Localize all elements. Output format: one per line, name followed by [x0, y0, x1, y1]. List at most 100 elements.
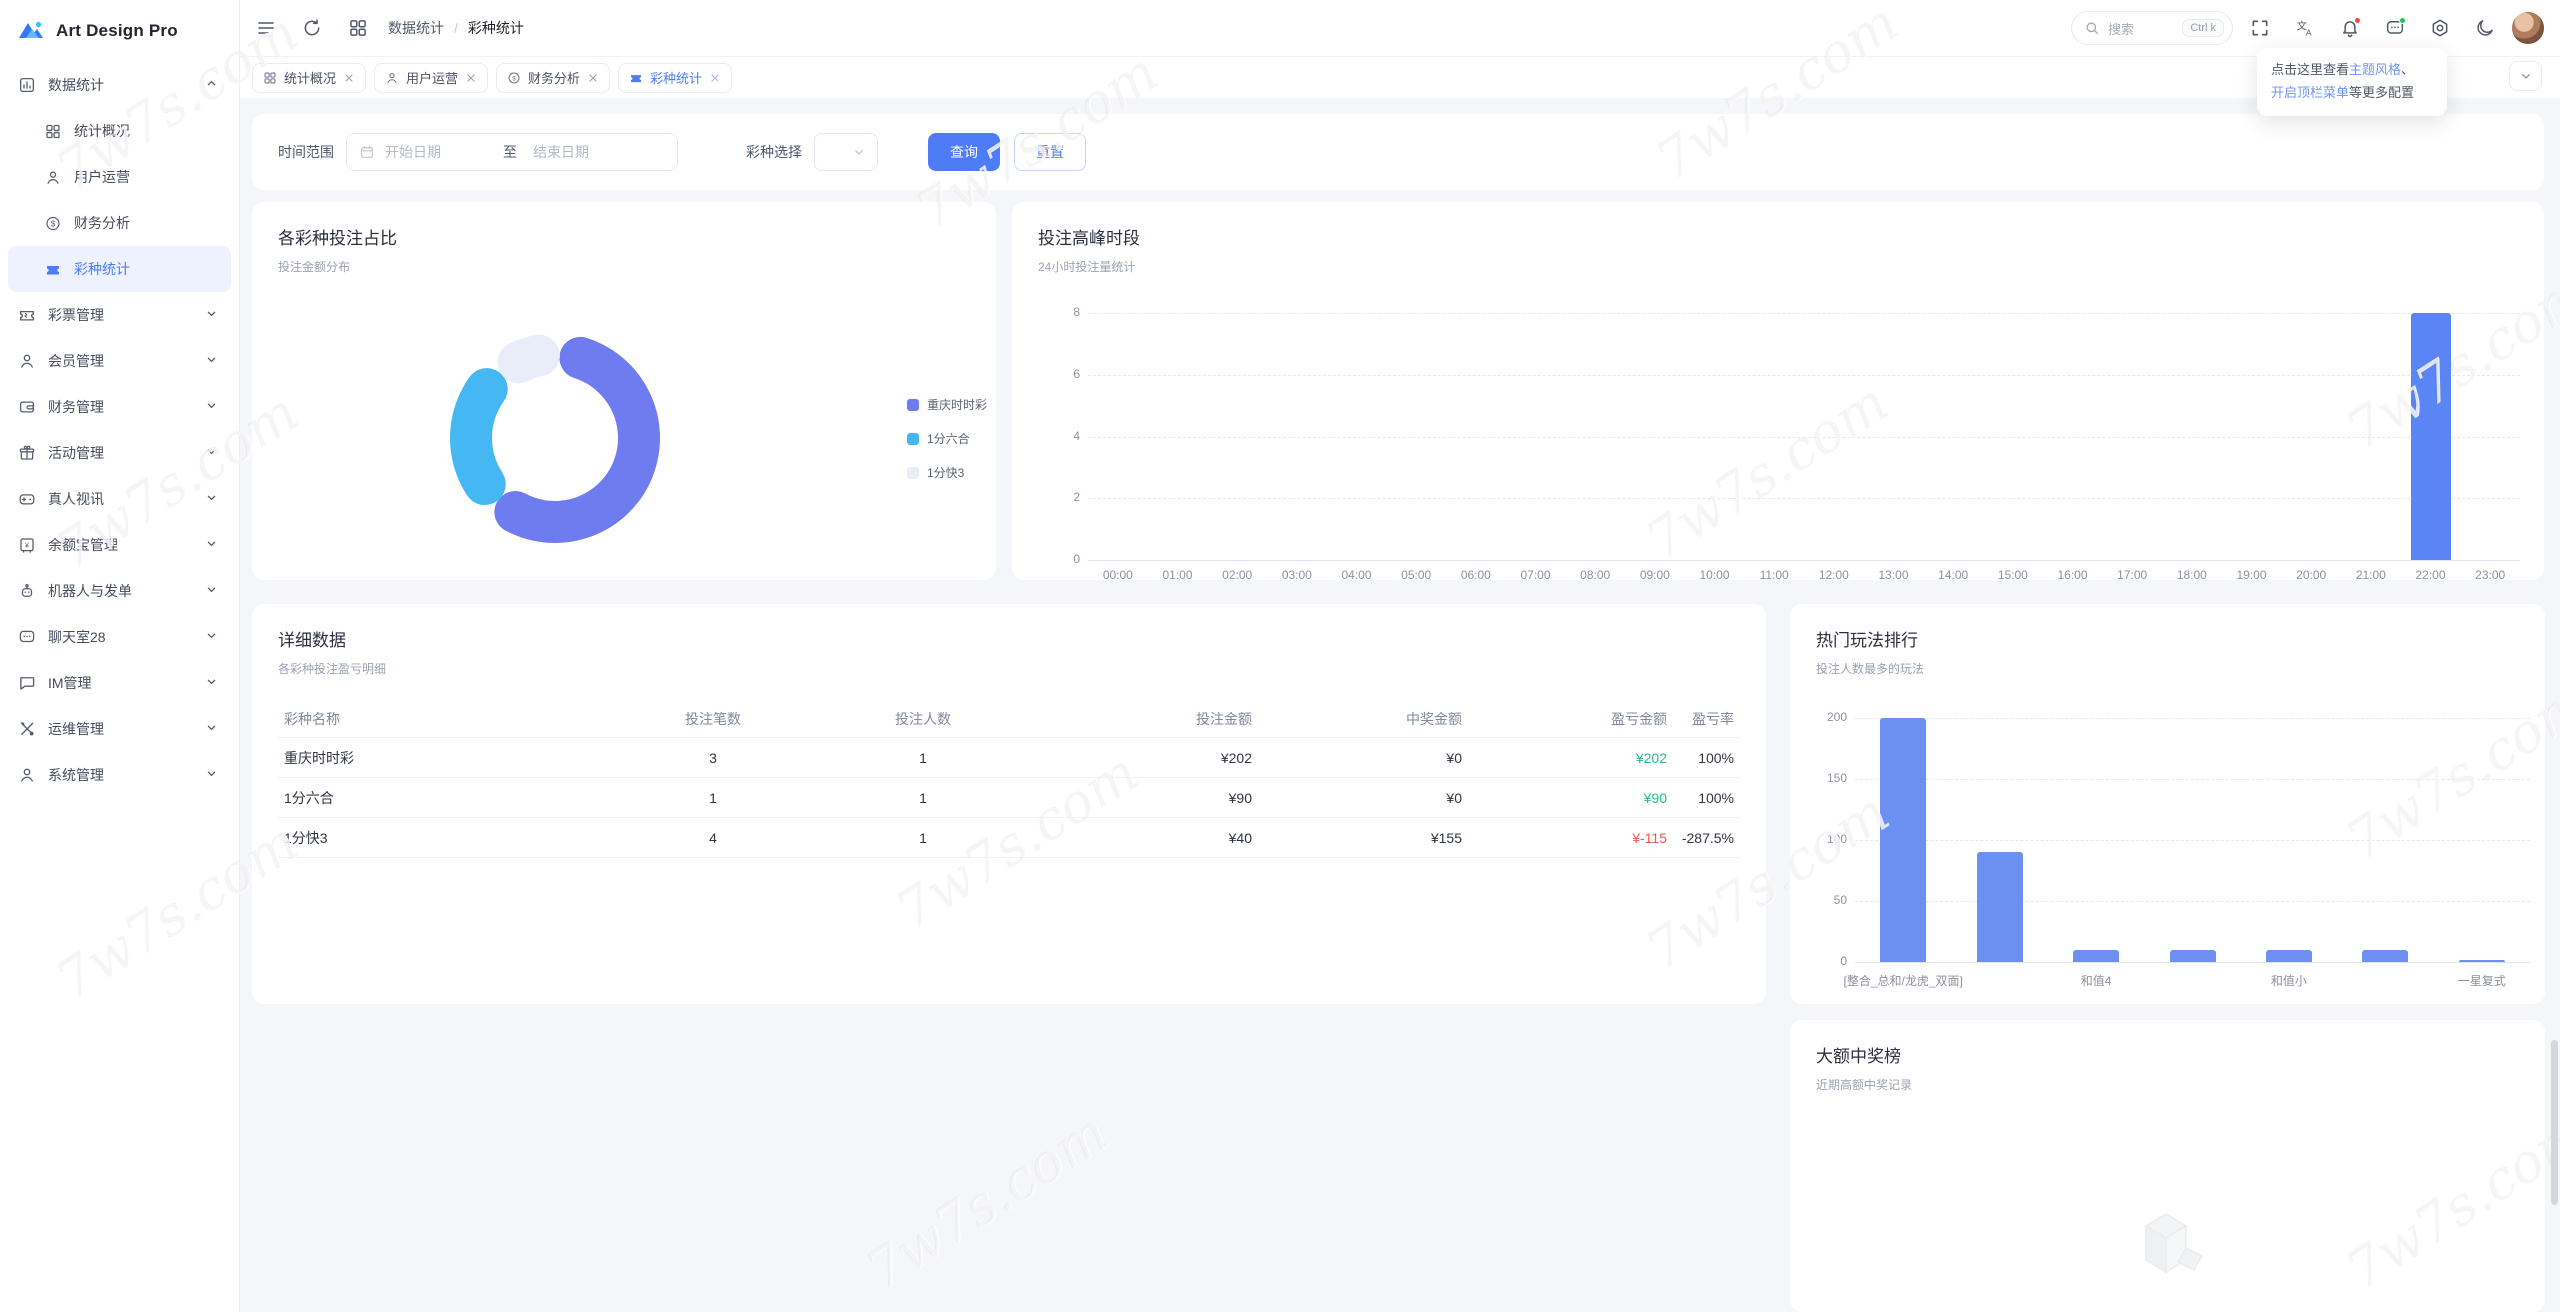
table-header-row: 彩种名称 投注笔数 投注人数 投注金额 中奖金额 盈亏金额 盈亏率 [278, 700, 1740, 738]
sidebar-group-10[interactable]: 运维管理 [0, 706, 239, 752]
bar [2073, 949, 2120, 962]
big-win-card: 大额中奖榜 近期高额中奖记录 [1790, 1020, 2545, 1312]
table-row: 1分六合 1 1 ¥90 ¥0 ¥90 100% [278, 778, 1740, 818]
chevron-down-icon [204, 306, 219, 324]
theme-style-link[interactable]: 主题风格 [2349, 62, 2401, 77]
sidebar-group-11[interactable]: 系统管理 [0, 752, 239, 798]
breadcrumb-parent[interactable]: 数据统计 [388, 18, 444, 38]
breadcrumb: 数据统计 / 彩种统计 [388, 18, 524, 38]
sidebar-item-2[interactable]: 财务分析 [0, 200, 239, 246]
close-icon[interactable] [343, 72, 355, 84]
tabs-more-button[interactable] [2509, 61, 2542, 91]
filter-bar: 时间范围 至 彩种选择 查询 重置 [252, 114, 2544, 190]
y-axis-label: 4 [1073, 428, 1080, 443]
y-axis-label: 8 [1073, 305, 1080, 319]
bar [2169, 949, 2216, 962]
sidebar-group-1[interactable]: 彩票管理 [0, 292, 239, 338]
watermark-text: 7w7s.com [854, 1100, 1119, 1303]
tab-0[interactable]: 统计概况 [252, 62, 367, 93]
table-cell: 4 [709, 829, 717, 846]
close-icon[interactable] [709, 72, 721, 84]
lottery-select[interactable] [814, 133, 878, 171]
tabs: 统计概况 用户运营 财务分析 彩种统计 [252, 62, 733, 93]
notifications-button[interactable] [2332, 10, 2368, 46]
query-button[interactable]: 查询 [928, 133, 1000, 171]
close-icon[interactable] [465, 72, 477, 84]
sidebar-group-2[interactable]: 会员管理 [0, 338, 239, 384]
chevron-down-icon [204, 674, 219, 692]
lottery-select-label: 彩种选择 [746, 144, 802, 160]
close-icon[interactable] [587, 72, 599, 84]
gridline [1088, 436, 2520, 438]
x-axis-label: 和值小 [2270, 974, 2307, 988]
table-cell: ¥0 [1446, 749, 1462, 766]
messages-button[interactable] [2377, 10, 2413, 46]
bet-share-card: 各彩种投注占比 投注金额分布 重庆时时彩 1分六合 1分快3 [252, 202, 996, 580]
apps-grid-button[interactable] [340, 10, 376, 46]
legend-item-2[interactable]: 1分快3 [907, 464, 964, 481]
card-title: 详细数据 [278, 631, 346, 650]
bar [2458, 959, 2505, 962]
tab-3[interactable]: 彩种统计 [618, 62, 733, 93]
end-date-input[interactable] [531, 143, 637, 161]
legend-item-0[interactable]: 重庆时时彩 [907, 396, 987, 413]
sidebar-group-9[interactable]: IM管理 [0, 660, 239, 706]
empty-state-illustration [2144, 1213, 2203, 1274]
settings-button[interactable] [2422, 10, 2458, 46]
table-cell: 1 [919, 749, 927, 766]
date-range-label: 时间范围 [278, 144, 334, 160]
tab-1[interactable]: 用户运营 [374, 62, 489, 93]
legend-item-1[interactable]: 1分六合 [907, 430, 970, 447]
bar [2362, 949, 2409, 962]
notification-badge [2354, 17, 2361, 24]
avatar[interactable] [2512, 12, 2544, 44]
sidebar-group-0[interactable]: 数据统计 [0, 62, 239, 108]
refresh-button[interactable] [294, 10, 330, 46]
sidebar-item-3[interactable]: 彩种统计 [8, 246, 231, 292]
y-axis-label: 0 [1073, 552, 1080, 566]
bar [2410, 313, 2451, 560]
sidebar-group-6[interactable]: 余额宝管理 [0, 522, 239, 568]
chevron-down-icon [204, 352, 219, 370]
sidebar-group-4[interactable]: 活动管理 [0, 430, 239, 476]
sidebar-group-3[interactable]: 财务管理 [0, 384, 239, 430]
sidebar-item-0[interactable]: 统计概况 [0, 108, 239, 154]
table-cell: ¥90 [1643, 789, 1667, 806]
y-axis-label: 2 [1073, 490, 1080, 505]
gridline [1855, 779, 2530, 780]
hot-plays-bar-chart: 0 50 100 150 200 [整合_总和/龙虎_双面] 和值4 和值小 一星复式 [1790, 604, 2545, 1004]
y-axis-label: 200 [1826, 710, 1847, 724]
sidebar-group-5[interactable]: 真人视讯 [0, 476, 239, 522]
legend-swatch [907, 432, 919, 445]
start-date-input[interactable] [383, 143, 489, 161]
dark-mode-button[interactable] [2467, 10, 2503, 46]
sidebar-menu: 数据统计 统计概况 用户运营 财务分析 彩种统计 彩票管理 会员管理 财务管理 活动管理 真人视讯… [0, 62, 239, 798]
sidebar-group-8[interactable]: 聊天室28 [0, 614, 239, 660]
table-cell: ¥155 [1430, 829, 1462, 846]
language-button[interactable] [2287, 10, 2323, 46]
sidebar-item-1[interactable]: 用户运营 [0, 154, 239, 200]
reset-button[interactable]: 重置 [1014, 133, 1086, 171]
collapse-menu-button[interactable] [248, 10, 284, 46]
gridline [1088, 560, 2520, 561]
sidebar-group-7[interactable]: 机器人与发单 [0, 568, 239, 614]
search-input[interactable]: 搜索 Ctrl k [2071, 11, 2233, 45]
chevron-down-icon [204, 490, 219, 508]
y-axis-label: 0 [1840, 954, 1847, 968]
tab-2[interactable]: 财务分析 [496, 62, 611, 93]
gridline [1855, 840, 2530, 841]
logo[interactable]: Art Design Pro [0, 0, 239, 62]
gear-icon [2430, 18, 2450, 38]
scrollbar-thumb[interactable] [2551, 1040, 2558, 1205]
top-menu-link[interactable]: 开启顶栏菜单 [2271, 85, 2349, 100]
gridline [1088, 498, 2520, 500]
table-cell: 3 [709, 749, 717, 766]
column-header: 盈亏金额 [1611, 710, 1667, 727]
fullscreen-button[interactable] [2242, 10, 2278, 46]
chevron-down-icon [204, 398, 219, 416]
y-axis-label: 100 [1826, 832, 1847, 846]
detail-table-card: 详细数据 各彩种投注盈亏明细 彩种名称 投注笔数 投注人数 投注金额 中奖金额 盈亏金额 盈… [252, 604, 1766, 1004]
date-range-picker[interactable]: 至 [346, 133, 678, 171]
chevron-down-icon [204, 536, 219, 554]
header-actions: 搜索 Ctrl k [2071, 10, 2560, 46]
